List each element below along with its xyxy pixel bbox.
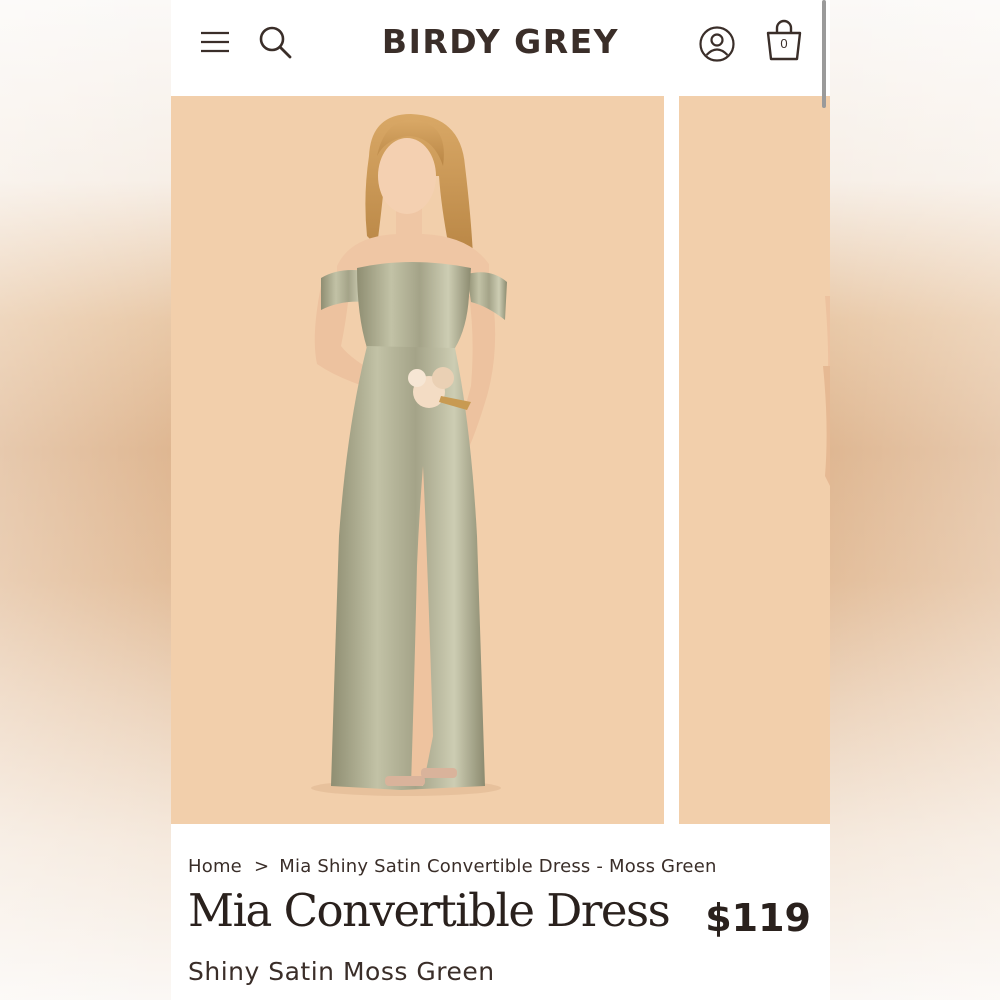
cart-count-badge: 0 (780, 36, 788, 51)
product-page: BIRDY GREY 0 Home > Mia Shiny Satin Conv… (171, 0, 830, 1000)
product-price: $119 (705, 896, 811, 940)
model-in-dress-image (311, 114, 507, 796)
product-photo-main[interactable] (171, 96, 664, 824)
right-background-blur (829, 0, 1000, 1000)
breadcrumb-home-link[interactable]: Home (188, 856, 242, 877)
product-variant: Shiny Satin Moss Green (188, 957, 495, 986)
account-button[interactable] (695, 22, 739, 66)
scrollbar[interactable] (822, 0, 826, 108)
model-partial-image (823, 296, 830, 486)
product-title: Mia Convertible Dress (188, 884, 671, 937)
cart-button[interactable]: 0 (761, 18, 807, 64)
breadcrumb-separator: > (253, 856, 270, 877)
product-photo-next[interactable] (679, 96, 830, 824)
site-header: BIRDY GREY 0 (171, 0, 830, 95)
left-background-blur (0, 0, 171, 1000)
breadcrumb-current[interactable]: Mia Shiny Satin Convertible Dress - Moss… (279, 856, 716, 877)
breadcrumb: Home > Mia Shiny Satin Convertible Dress -… (188, 856, 717, 877)
product-image-gallery[interactable] (171, 96, 830, 824)
user-circle-icon (699, 26, 735, 62)
